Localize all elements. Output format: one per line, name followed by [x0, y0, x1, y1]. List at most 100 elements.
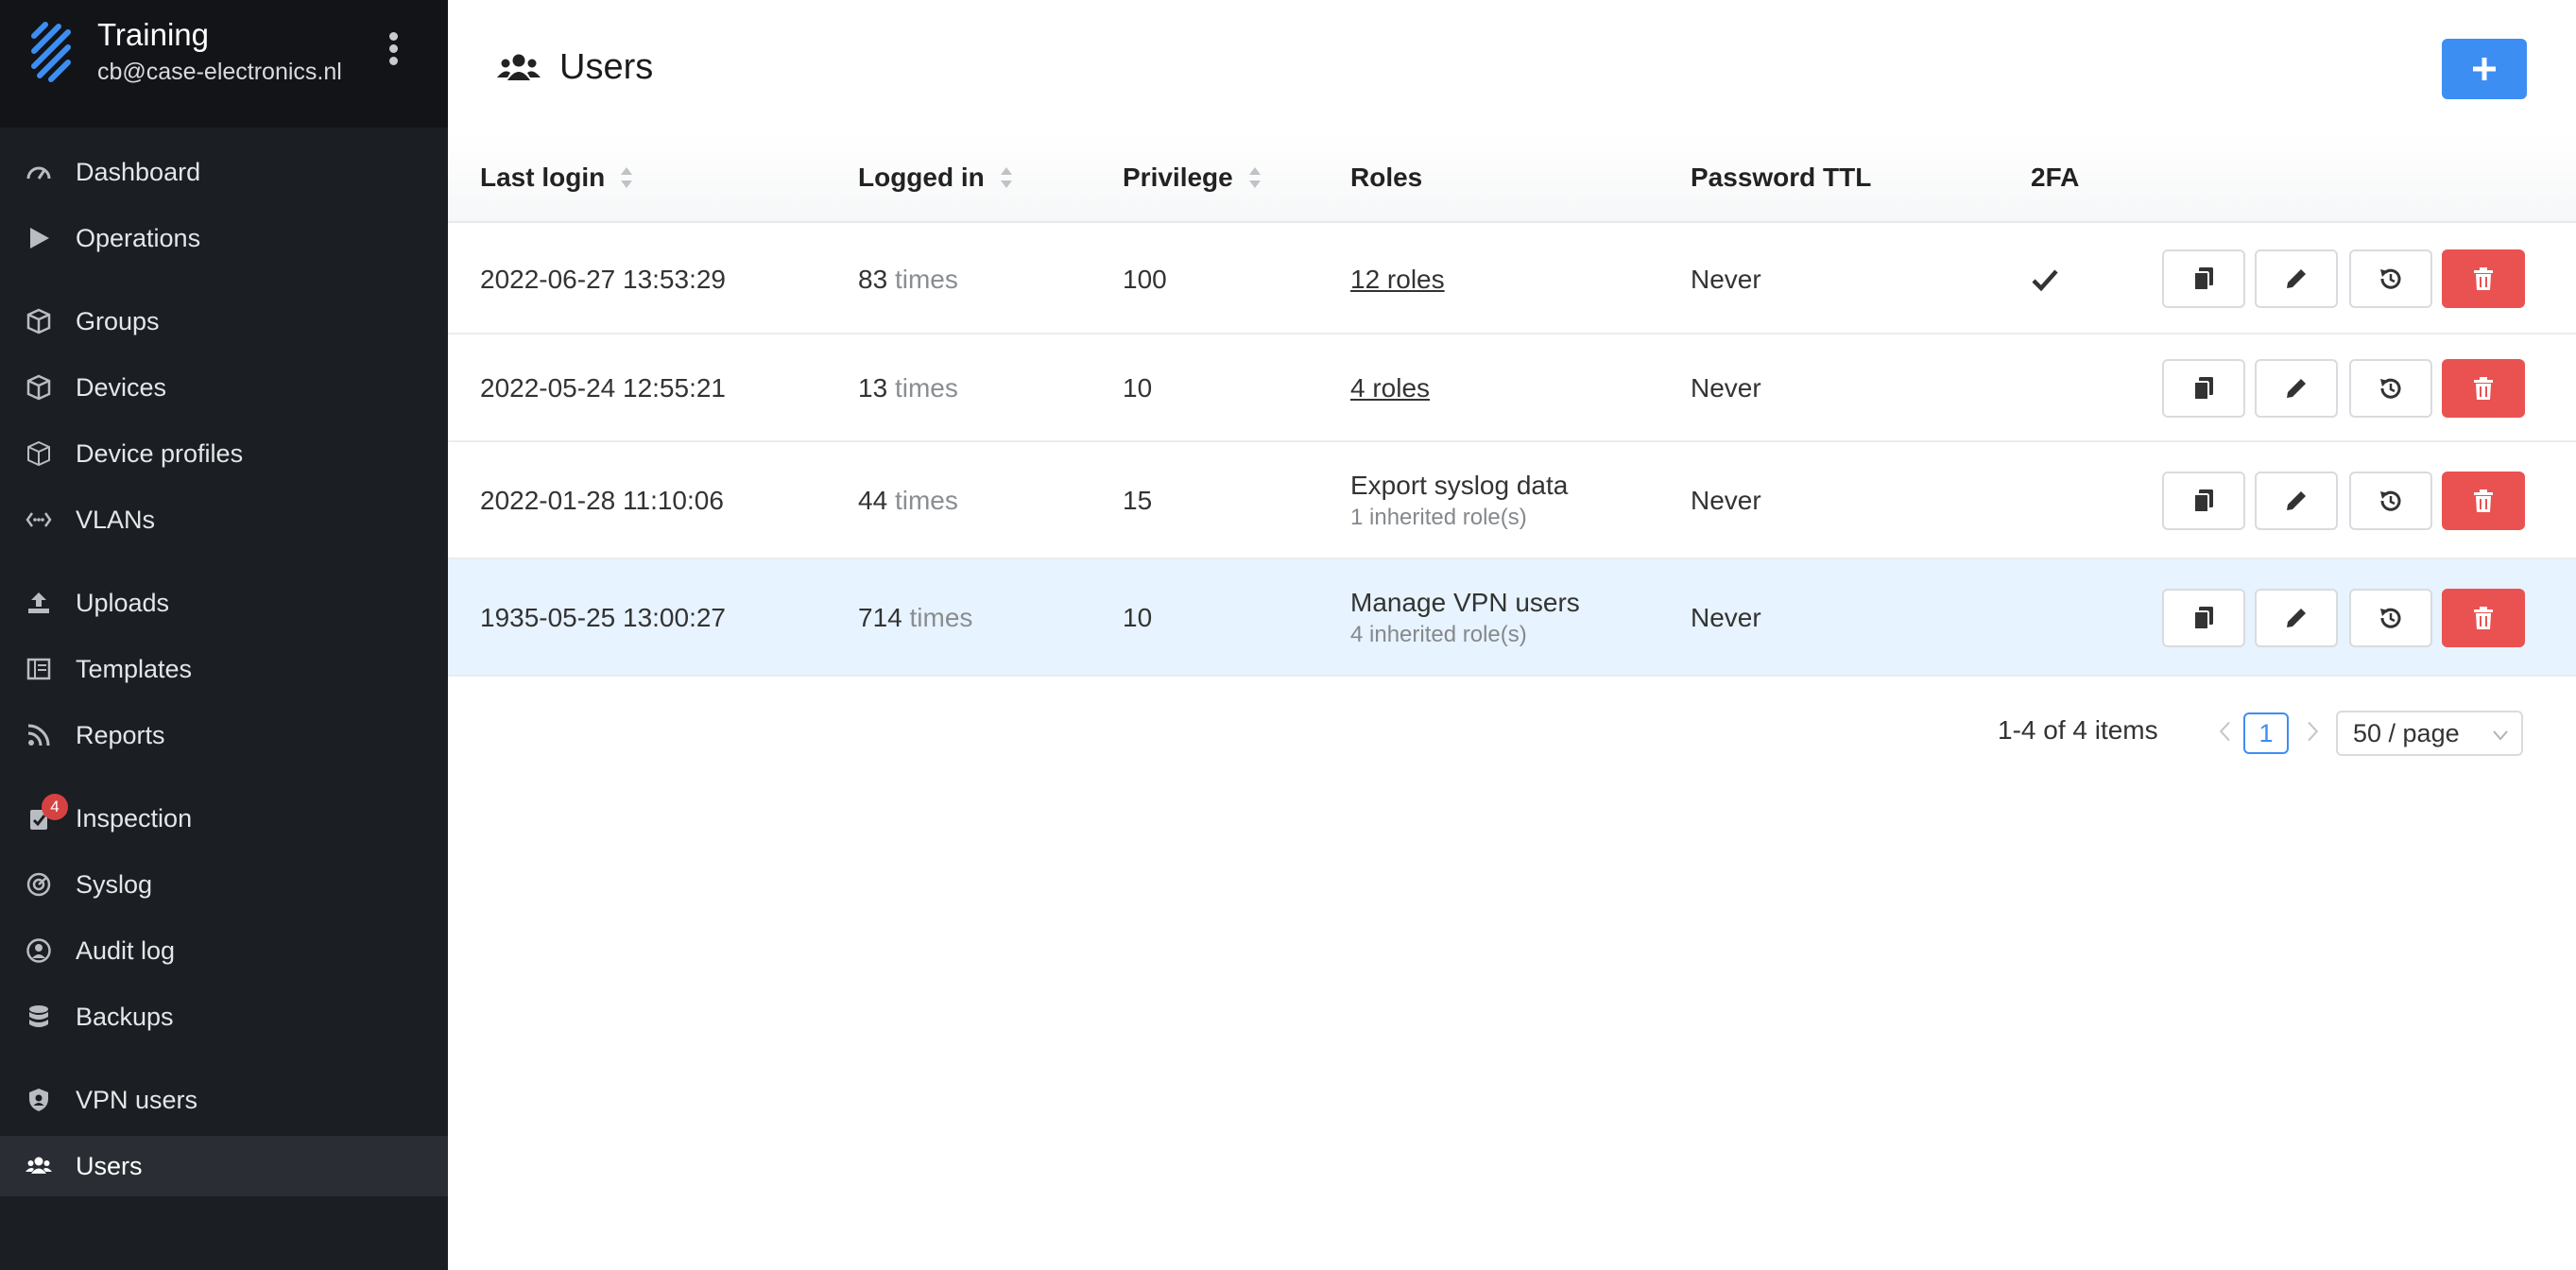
table-row[interactable]: 2022-05-24 12:55:21 13 times 10 4 roles … — [448, 335, 2576, 442]
sidebar-item-label: Templates — [76, 654, 193, 683]
last-login-cell: 2022-05-24 12:55:21 — [480, 373, 726, 403]
sidebar-item-device-profiles[interactable]: Device profiles — [0, 423, 448, 484]
delete-button[interactable] — [2442, 359, 2525, 418]
copy-button[interactable] — [2162, 589, 2245, 647]
history-button[interactable] — [2349, 249, 2432, 308]
privilege-cell: 10 — [1123, 373, 1153, 403]
pagination-summary: 1-4 of 4 items — [1998, 715, 2158, 745]
sidebar-item-label: Groups — [76, 306, 160, 335]
column-password-ttl: Password TTL — [1691, 132, 1871, 223]
app-logo-icon — [31, 22, 71, 82]
sort-icon[interactable] — [620, 164, 633, 191]
copy-button[interactable] — [2162, 249, 2245, 308]
logged-in-cell: 44 times — [858, 486, 958, 516]
table-row[interactable]: 1935-05-25 13:00:27 714 times 10 Manage … — [448, 559, 2576, 677]
sidebar-item-inspection[interactable]: 4 Inspection — [0, 788, 448, 849]
cube-icon — [25, 374, 53, 401]
template-icon — [25, 656, 53, 682]
page-size-select[interactable]: 50 / page — [2336, 711, 2523, 756]
trash-icon — [2474, 607, 2493, 629]
sidebar-item-uploads[interactable]: Uploads — [0, 573, 448, 633]
sidebar-item-vlans[interactable]: VLANs — [0, 489, 448, 550]
sidebar-item-users[interactable]: Users — [0, 1136, 448, 1196]
sidebar-item-label: Operations — [76, 223, 201, 252]
chevron-down-icon — [2493, 730, 2508, 741]
upload-icon — [25, 590, 53, 616]
sidebar-item-label: Backups — [76, 1002, 174, 1031]
table-row[interactable]: 2022-01-28 11:10:06 44 times 15 Export s… — [448, 442, 2576, 559]
delete-button[interactable] — [2442, 249, 2525, 308]
column-roles: Roles — [1350, 132, 1422, 223]
sidebar-item-devices[interactable]: Devices — [0, 357, 448, 418]
pencil-icon — [2287, 491, 2306, 510]
login-unit: times — [909, 603, 973, 632]
column-privilege[interactable]: Privilege — [1123, 132, 1262, 223]
sidebar: Training cb@case-electronics.nl Dashboar… — [0, 0, 448, 1270]
edit-button[interactable] — [2255, 589, 2338, 647]
password-ttl-cell: Never — [1691, 486, 1761, 515]
history-button[interactable] — [2349, 359, 2432, 418]
delete-button[interactable] — [2442, 472, 2525, 530]
sidebar-item-syslog[interactable]: Syslog — [0, 854, 448, 915]
chevron-right-icon — [2308, 721, 2319, 742]
sidebar-item-label: VLANs — [76, 505, 156, 534]
org-email: cb@case-electronics.nl — [97, 59, 342, 85]
sidebar-item-audit-log[interactable]: Audit log — [0, 920, 448, 981]
cubes-icon — [25, 308, 53, 335]
previous-page-button[interactable] — [2211, 712, 2240, 750]
role-name: Export syslog data — [1350, 471, 1569, 500]
sidebar-item-operations[interactable]: Operations — [0, 208, 448, 268]
users-icon — [497, 54, 541, 80]
page-header: Users — [497, 43, 653, 91]
sidebar-item-groups[interactable]: Groups — [0, 291, 448, 352]
history-icon — [2380, 608, 2401, 628]
inherited-roles: 1 inherited role(s) — [1350, 505, 1527, 530]
history-button[interactable] — [2349, 472, 2432, 530]
copy-icon — [2193, 607, 2213, 630]
sidebar-item-templates[interactable]: Templates — [0, 639, 448, 699]
sidebar-item-vpn-users[interactable]: VPN users — [0, 1070, 448, 1130]
last-login-cell: 2022-06-27 13:53:29 — [480, 265, 726, 294]
sidebar-item-reports[interactable]: Reports — [0, 705, 448, 765]
org-name: Training — [97, 17, 209, 52]
logged-in-cell: 714 times — [858, 603, 972, 633]
delete-button[interactable] — [2442, 589, 2525, 647]
cube-outline-icon — [25, 440, 53, 467]
password-ttl-cell: Never — [1691, 265, 1761, 294]
copy-button[interactable] — [2162, 472, 2245, 530]
table-header: Last login Logged in Privilege Roles Pas… — [448, 132, 2576, 223]
column-label: 2FA — [2031, 163, 2080, 192]
roles-link[interactable]: 12 roles — [1350, 265, 1445, 295]
next-page-button[interactable] — [2298, 712, 2327, 750]
sort-icon[interactable] — [1000, 164, 1013, 191]
table-row[interactable]: 2022-06-27 13:53:29 83 times 100 12 role… — [448, 223, 2576, 335]
plus-icon — [2473, 58, 2496, 80]
column-label: Logged in — [858, 163, 985, 192]
column-last-login[interactable]: Last login — [480, 132, 633, 223]
sidebar-item-backups[interactable]: Backups — [0, 987, 448, 1047]
edit-button[interactable] — [2255, 472, 2338, 530]
copy-button[interactable] — [2162, 359, 2245, 418]
edit-button[interactable] — [2255, 249, 2338, 308]
more-options-icon[interactable] — [382, 32, 404, 70]
page-number-button[interactable]: 1 — [2243, 712, 2289, 754]
roles-link[interactable]: 4 roles — [1350, 373, 1430, 403]
rss-icon — [25, 722, 53, 748]
network-icon — [25, 506, 53, 533]
sidebar-item-label: Audit log — [76, 935, 176, 965]
sidebar-item-dashboard[interactable]: Dashboard — [0, 142, 448, 202]
sidebar-item-label: Users — [76, 1151, 143, 1180]
add-user-button[interactable] — [2442, 39, 2527, 99]
sidebar-item-label: Device profiles — [76, 438, 244, 468]
page-size-value: 50 / page — [2353, 718, 2460, 747]
roles-cell: Export syslog data 1 inherited role(s) — [1350, 471, 1568, 531]
column-logged-in[interactable]: Logged in — [858, 132, 1013, 223]
inspection-count-badge: 4 — [42, 794, 68, 820]
history-button[interactable] — [2349, 589, 2432, 647]
privilege-cell: 15 — [1123, 486, 1153, 515]
edit-button[interactable] — [2255, 359, 2338, 418]
page-title: Users — [559, 46, 654, 87]
sort-icon[interactable] — [1248, 164, 1262, 191]
privilege-cell: 10 — [1123, 603, 1153, 632]
sidebar-item-label: Inspection — [76, 803, 193, 832]
